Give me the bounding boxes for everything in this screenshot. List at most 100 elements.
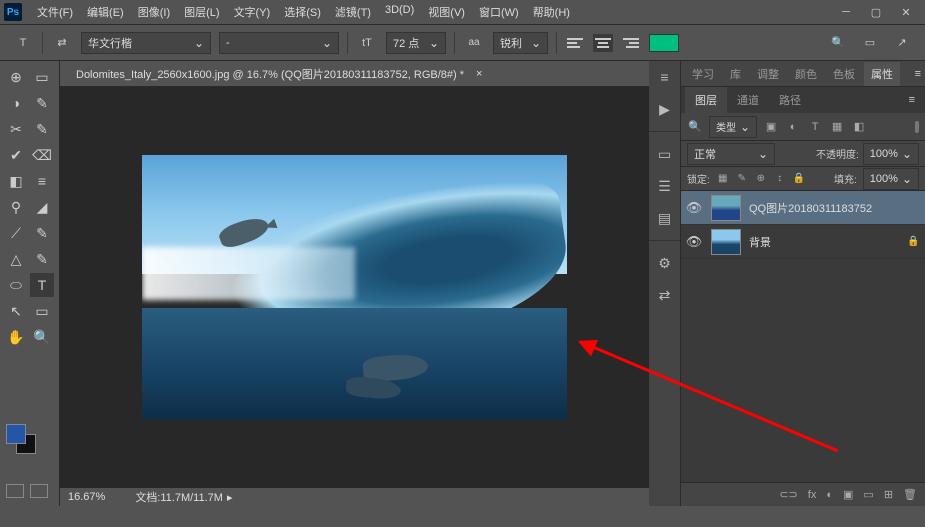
status-chevron-icon[interactable]: ▸ bbox=[227, 492, 233, 504]
layer-filter-icon-1[interactable]: ◐ bbox=[785, 119, 801, 135]
tool-6[interactable]: ✔ bbox=[4, 143, 28, 167]
lock-icon-2[interactable]: ⊕ bbox=[754, 172, 768, 186]
font-style-dropdown[interactable]: - bbox=[219, 32, 339, 54]
layer-filter-icon-0[interactable]: ▣ bbox=[763, 119, 779, 135]
text-color-swatch[interactable] bbox=[649, 34, 679, 52]
lock-icon-0[interactable]: ▦ bbox=[716, 172, 730, 186]
lock-icon-3[interactable]: ↕ bbox=[773, 172, 787, 186]
tool-15[interactable]: ✎ bbox=[30, 247, 54, 271]
antialias-dropdown[interactable]: 锐利 bbox=[493, 32, 548, 54]
foreground-color-swatch[interactable] bbox=[6, 424, 26, 444]
layer-name-label[interactable]: QQ图片20180311183752 bbox=[749, 200, 921, 216]
panel-menu-icon[interactable]: ≡ bbox=[915, 68, 921, 80]
tool-21[interactable]: 🔍 bbox=[30, 325, 54, 349]
align-right-button[interactable] bbox=[621, 34, 641, 52]
layers-bottom-icon-6[interactable]: 🗑 bbox=[903, 488, 917, 501]
tool-2[interactable]: ◑ bbox=[4, 91, 28, 115]
orientation-toggle-icon[interactable]: ⇄ bbox=[51, 32, 73, 54]
panel-tab-颜色[interactable]: 颜色 bbox=[788, 62, 824, 86]
panel-tab-学习[interactable]: 学习 bbox=[685, 62, 721, 86]
collapsed-panel-icon-3[interactable]: ▭ bbox=[655, 144, 675, 164]
layer-filter-icon-4[interactable]: ◧ bbox=[851, 119, 867, 135]
lock-icon-1[interactable]: ✎ bbox=[735, 172, 749, 186]
search-icon[interactable]: 🔍 bbox=[827, 32, 849, 54]
tool-0[interactable]: ⊕ bbox=[4, 65, 28, 89]
opacity-dropdown[interactable]: 100% bbox=[863, 143, 919, 165]
layers-panel-menu-icon[interactable]: ≡ bbox=[909, 94, 921, 106]
layer-row-1[interactable]: 👁背景🔒 bbox=[681, 225, 925, 259]
font-size-dropdown[interactable]: 72 点 bbox=[386, 32, 446, 54]
layers-bottom-icon-2[interactable]: ◐ bbox=[826, 489, 833, 501]
document-tab[interactable]: Dolomites_Italy_2560x1600.jpg @ 16.7% (Q… bbox=[60, 61, 649, 87]
align-left-button[interactable] bbox=[565, 34, 585, 52]
lock-icon-4[interactable]: 🔒 bbox=[792, 172, 806, 186]
minimize-button[interactable]: ─ bbox=[839, 5, 853, 19]
menu-item-2[interactable]: 图像(I) bbox=[131, 4, 177, 20]
panel-tab-色板[interactable]: 色板 bbox=[826, 62, 862, 86]
layer-thumbnail[interactable] bbox=[711, 195, 741, 221]
menu-item-1[interactable]: 编辑(E) bbox=[80, 4, 131, 20]
filter-toggle-switch[interactable] bbox=[915, 121, 919, 133]
layer-row-0[interactable]: 👁 QQ图片20180311183752 bbox=[681, 191, 925, 225]
layer-filter-icon-2[interactable]: T bbox=[807, 119, 823, 135]
layer-visibility-toggle[interactable]: 👁 bbox=[685, 200, 703, 216]
collapsed-panel-icon-1[interactable]: ▶ bbox=[655, 99, 675, 119]
font-family-dropdown[interactable]: 华文行楷 bbox=[81, 32, 211, 54]
collapsed-panel-icon-0[interactable]: ≡ bbox=[655, 67, 675, 87]
close-button[interactable]: ✕ bbox=[899, 5, 913, 19]
quick-mask-icon[interactable] bbox=[6, 484, 24, 498]
panel-tab-属性[interactable]: 属性 bbox=[864, 62, 900, 86]
layer-panel-tab-通道[interactable]: 通道 bbox=[727, 87, 769, 113]
menu-item-6[interactable]: 滤镜(T) bbox=[328, 4, 378, 20]
tool-7[interactable]: ⌫ bbox=[30, 143, 54, 167]
layer-name-label[interactable]: 背景 bbox=[749, 234, 899, 250]
menu-item-9[interactable]: 窗口(W) bbox=[472, 4, 526, 20]
tool-18[interactable]: ↖ bbox=[4, 299, 28, 323]
tool-9[interactable]: ≡ bbox=[30, 169, 54, 193]
tool-13[interactable]: ✎ bbox=[30, 221, 54, 245]
blend-mode-dropdown[interactable]: 正常 bbox=[687, 143, 775, 165]
menu-item-7[interactable]: 3D(D) bbox=[378, 4, 421, 20]
color-picker[interactable] bbox=[6, 424, 38, 456]
tool-11[interactable]: ◢ bbox=[30, 195, 54, 219]
maximize-button[interactable]: ▢ bbox=[869, 5, 883, 19]
layer-visibility-toggle[interactable]: 👁 bbox=[685, 234, 703, 250]
layers-bottom-icon-4[interactable]: ▭ bbox=[863, 488, 873, 501]
tool-5[interactable]: ✎ bbox=[30, 117, 54, 141]
collapsed-panel-icon-5[interactable]: ▤ bbox=[655, 208, 675, 228]
layer-filter-icon-3[interactable]: ▦ bbox=[829, 119, 845, 135]
collapsed-panel-icon-7[interactable]: ⚙ bbox=[655, 253, 675, 273]
tool-19[interactable]: ▭ bbox=[30, 299, 54, 323]
menu-item-3[interactable]: 图层(L) bbox=[177, 4, 226, 20]
tool-10[interactable]: ⚲ bbox=[4, 195, 28, 219]
align-center-button[interactable] bbox=[593, 34, 613, 52]
tool-12[interactable]: ⟋ bbox=[4, 221, 28, 245]
layers-bottom-icon-0[interactable]: ⊂⊃ bbox=[779, 488, 797, 501]
screen-mode-icon[interactable] bbox=[30, 484, 48, 498]
tool-preset-icon[interactable]: T bbox=[12, 32, 34, 54]
zoom-level[interactable]: 16.67% bbox=[68, 491, 105, 503]
layers-bottom-icon-5[interactable]: ⊞ bbox=[884, 488, 893, 501]
tool-8[interactable]: ◧ bbox=[4, 169, 28, 193]
tool-3[interactable]: ✎ bbox=[30, 91, 54, 115]
menu-item-8[interactable]: 视图(V) bbox=[421, 4, 472, 20]
layer-panel-tab-图层[interactable]: 图层 bbox=[685, 87, 727, 113]
workspace-icon[interactable]: ▭ bbox=[859, 32, 881, 54]
fill-dropdown[interactable]: 100% bbox=[863, 168, 919, 190]
tool-17[interactable]: T bbox=[30, 273, 54, 297]
tool-20[interactable]: ✋ bbox=[4, 325, 28, 349]
layer-thumbnail[interactable] bbox=[711, 229, 741, 255]
canvas[interactable] bbox=[60, 87, 649, 487]
tool-16[interactable]: ⬭ bbox=[4, 273, 28, 297]
tool-4[interactable]: ✂ bbox=[4, 117, 28, 141]
share-icon[interactable]: ↗ bbox=[891, 32, 913, 54]
panel-tab-库[interactable]: 库 bbox=[723, 62, 748, 86]
layers-bottom-icon-3[interactable]: ▣ bbox=[843, 488, 853, 501]
collapsed-panel-icon-4[interactable]: ☰ bbox=[655, 176, 675, 196]
collapsed-panel-icon-8[interactable]: ⇄ bbox=[655, 285, 675, 305]
filter-kind-dropdown[interactable]: 类型 bbox=[709, 116, 757, 138]
menu-item-0[interactable]: 文件(F) bbox=[30, 4, 80, 20]
tool-1[interactable]: ▭ bbox=[30, 65, 54, 89]
menu-item-5[interactable]: 选择(S) bbox=[277, 4, 328, 20]
layers-bottom-icon-1[interactable]: fx bbox=[808, 489, 817, 501]
